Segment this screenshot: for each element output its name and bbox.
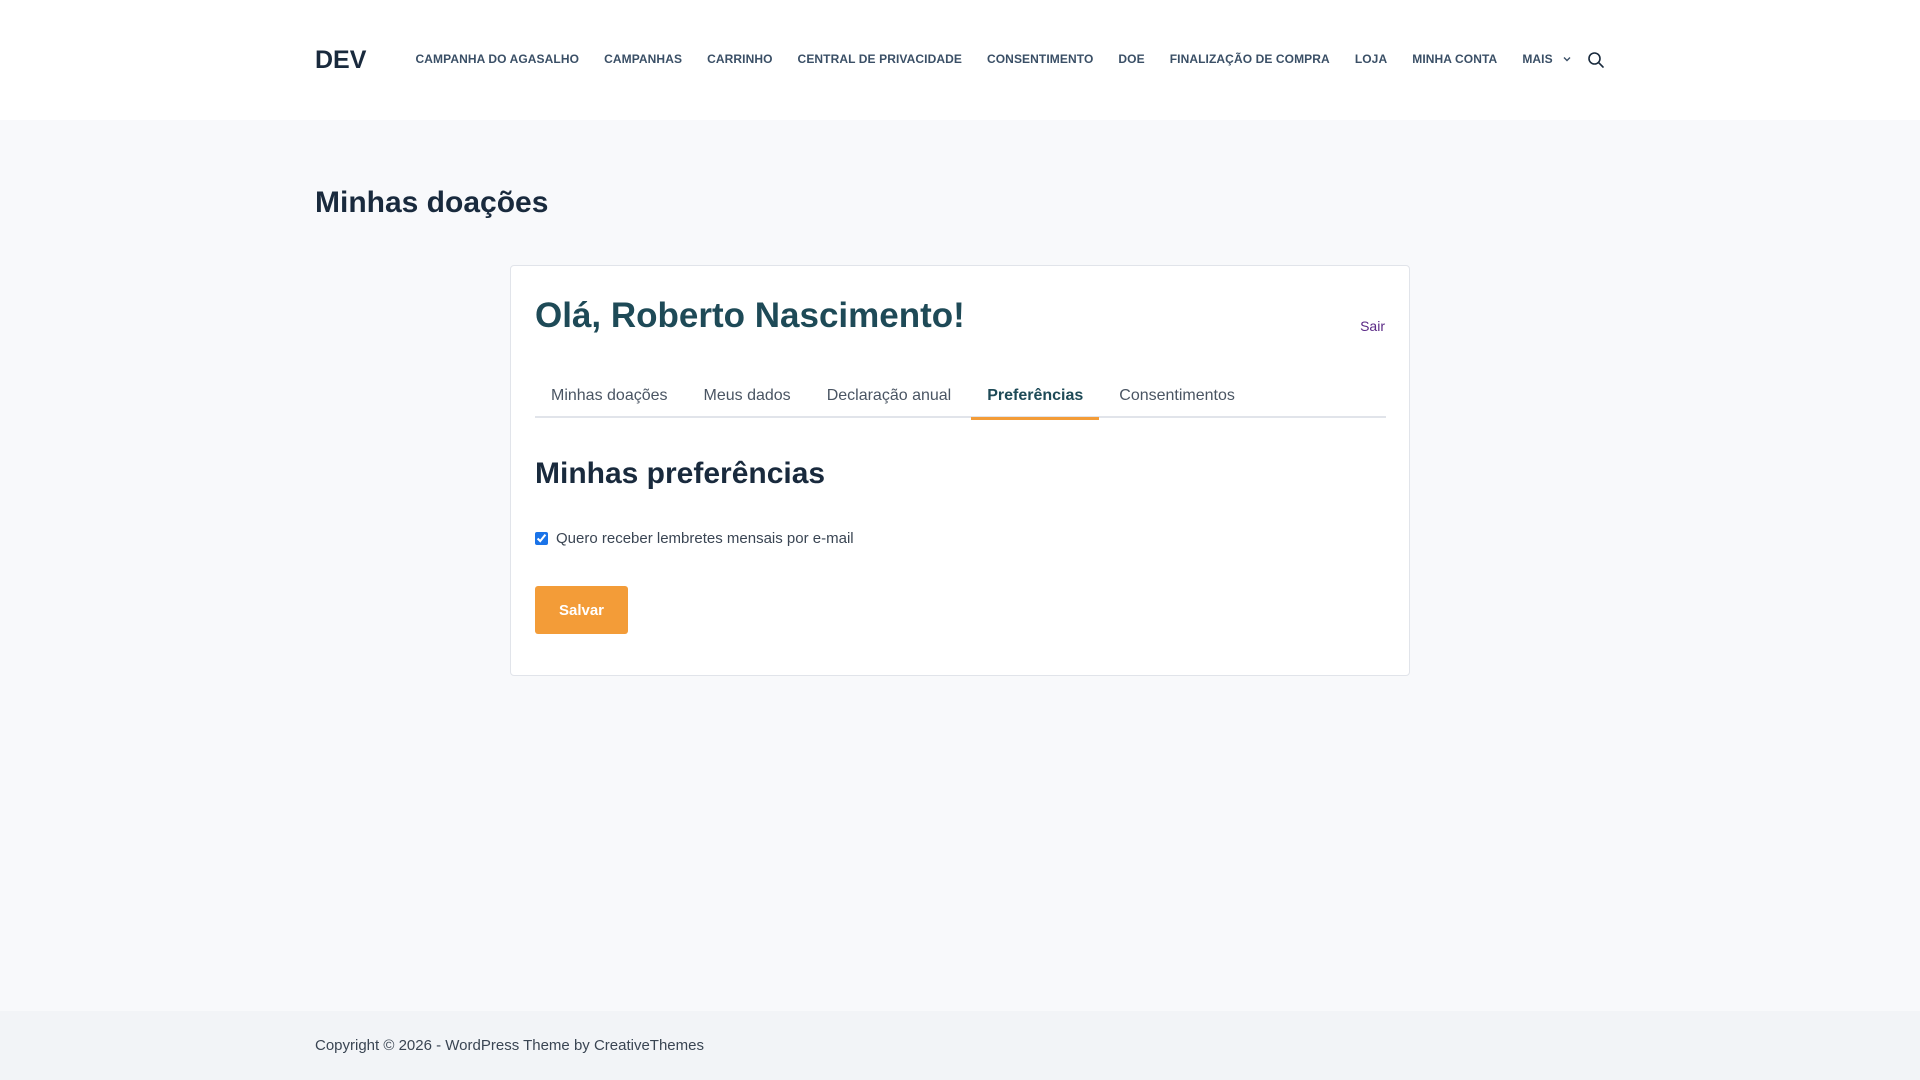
copyright-text: Copyright © 2026 - WordPress Theme by Cr…: [315, 1037, 704, 1054]
search-icon[interactable]: [1587, 51, 1605, 69]
tab-consentimentos[interactable]: Consentimentos: [1103, 378, 1251, 418]
greeting-heading: Olá, Roberto Nascimento!: [535, 296, 965, 335]
tab-declaracao-anual[interactable]: Declaração anual: [811, 378, 968, 418]
logout-link[interactable]: Sair: [1360, 318, 1385, 334]
nav-item-finalizacao-de-compra[interactable]: FINALIZAÇÃO DE COMPRA: [1157, 46, 1342, 72]
save-button[interactable]: Salvar: [535, 586, 628, 634]
nav-item-central-de-privacidade[interactable]: CENTRAL DE PRIVACIDADE: [785, 46, 974, 72]
nav-item-loja[interactable]: LOJA: [1342, 46, 1399, 72]
nav-item-mais[interactable]: MAIS: [1510, 46, 1583, 72]
monthly-reminder-label[interactable]: Quero receber lembretes mensais por e-ma…: [556, 530, 854, 547]
site-logo[interactable]: DEV: [315, 45, 366, 75]
tab-preferencias[interactable]: Preferências: [971, 378, 1100, 420]
account-tabs: Minhas doações Meus dados Declaração anu…: [535, 378, 1386, 420]
page-title: Minhas doações: [315, 186, 549, 219]
site-header: DEV CAMPANHA DO AGASALHO CAMPANHAS CARRI…: [0, 0, 1920, 120]
nav-item-mais-label: MAIS: [1522, 52, 1553, 66]
monthly-reminder-checkbox[interactable]: [535, 532, 548, 545]
tab-minhas-doacoes[interactable]: Minhas doações: [535, 378, 684, 418]
preferences-title: Minhas preferências: [535, 457, 826, 490]
nav-item-minha-conta[interactable]: MINHA CONTA: [1400, 46, 1510, 72]
nav-item-doe[interactable]: DOE: [1106, 46, 1157, 72]
nav-item-campanha-do-agasalho[interactable]: CAMPANHA DO AGASALHO: [403, 46, 592, 72]
nav-item-carrinho[interactable]: CARRINHO: [695, 46, 785, 72]
main-nav: CAMPANHA DO AGASALHO CAMPANHAS CARRINHO …: [403, 46, 1583, 72]
monthly-reminder-row: Quero receber lembretes mensais por e-ma…: [535, 530, 854, 547]
site-footer: Copyright © 2026 - WordPress Theme by Cr…: [0, 1011, 1920, 1080]
nav-item-consentimento[interactable]: CONSENTIMENTO: [974, 46, 1105, 72]
account-card: Olá, Roberto Nascimento! Sair Minhas doa…: [510, 265, 1410, 676]
chevron-down-icon: [1563, 56, 1571, 62]
nav-item-campanhas[interactable]: CAMPANHAS: [592, 46, 695, 72]
tab-meus-dados[interactable]: Meus dados: [688, 378, 807, 418]
